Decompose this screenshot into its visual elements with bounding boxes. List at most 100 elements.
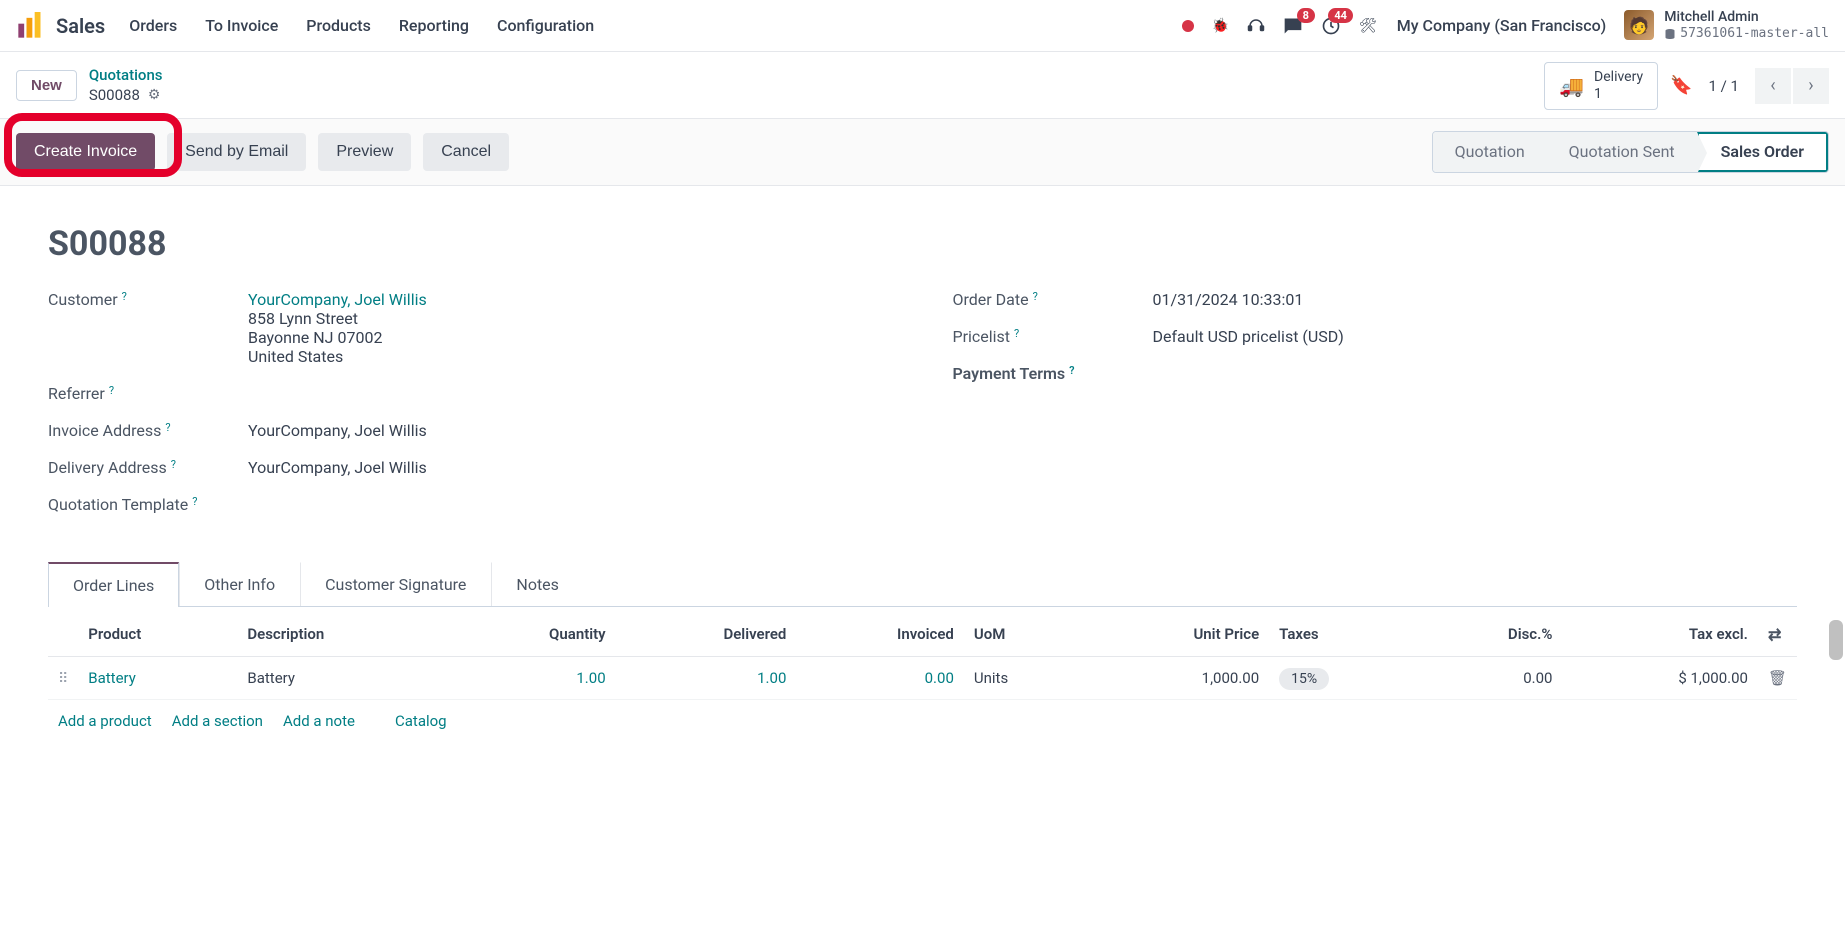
activities-badge: 44	[1328, 8, 1353, 23]
field-pricelist[interactable]: Default USD pricelist (USD)	[1153, 327, 1344, 346]
tab-notes[interactable]: Notes	[491, 562, 584, 606]
form-body: S00088 Customer? YourCompany, Joel Willi…	[0, 186, 1845, 762]
help-icon[interactable]: ?	[192, 495, 197, 508]
label-order-date: Order Date?	[953, 290, 1153, 309]
new-button[interactable]: New	[16, 70, 77, 101]
th-unit-price[interactable]: Unit Price	[1082, 613, 1269, 657]
activities-icon[interactable]: 44	[1321, 16, 1341, 36]
label-pricelist: Pricelist?	[953, 327, 1153, 346]
preview-button[interactable]: Preview	[318, 133, 411, 171]
label-referrer: Referrer?	[48, 384, 248, 403]
status-quotation[interactable]: Quotation	[1433, 132, 1547, 172]
support-icon[interactable]	[1247, 17, 1265, 35]
create-invoice-button[interactable]: Create Invoice	[16, 133, 155, 171]
th-disc[interactable]: Disc.%	[1422, 613, 1563, 657]
send-email-button[interactable]: Send by Email	[167, 133, 306, 171]
nav-orders[interactable]: Orders	[129, 16, 177, 35]
cell-uom[interactable]: Units	[964, 656, 1082, 699]
status-sales-order[interactable]: Sales Order	[1697, 132, 1828, 172]
add-section-link[interactable]: Add a section	[172, 712, 263, 730]
table-row[interactable]: ⠿ Battery Battery 1.00 1.00 0.00 Units 1…	[48, 656, 1797, 699]
th-tax-excl[interactable]: Tax excl.	[1562, 613, 1758, 657]
add-note-link[interactable]: Add a note	[283, 712, 355, 730]
columns-options-icon[interactable]: ⇄	[1768, 625, 1781, 644]
cell-disc[interactable]: 0.00	[1422, 656, 1563, 699]
nav-configuration[interactable]: Configuration	[497, 16, 594, 35]
tabs: Order Lines Other Info Customer Signatur…	[48, 562, 1797, 607]
cell-invoiced[interactable]: 0.00	[925, 669, 954, 687]
label-quotation-template: Quotation Template?	[48, 495, 248, 514]
help-icon[interactable]: ?	[122, 290, 127, 303]
th-invoiced[interactable]: Invoiced	[796, 613, 964, 657]
th-uom[interactable]: UoM	[964, 613, 1082, 657]
field-delivery-address[interactable]: YourCompany, Joel Willis	[248, 458, 427, 477]
th-delivered[interactable]: Delivered	[616, 613, 797, 657]
pager-next-button[interactable]: ›	[1793, 68, 1829, 104]
debug-icon[interactable]: 🐞	[1212, 18, 1229, 34]
stat-label: Delivery	[1594, 69, 1643, 86]
nav-to-invoice[interactable]: To Invoice	[205, 16, 278, 35]
cell-quantity[interactable]: 1.00	[576, 669, 605, 687]
customer-link[interactable]: YourCompany, Joel Willis	[248, 290, 427, 309]
status-quotation-sent[interactable]: Quotation Sent	[1547, 132, 1697, 172]
help-icon[interactable]: ?	[109, 384, 114, 397]
add-product-link[interactable]: Add a product	[58, 712, 152, 730]
breadcrumb-parent[interactable]: Quotations	[89, 66, 163, 86]
user-database: 57361061-master-all	[1664, 26, 1829, 42]
stat-count: 1	[1594, 86, 1643, 103]
cell-product[interactable]: Battery	[88, 669, 136, 687]
cancel-button[interactable]: Cancel	[423, 133, 509, 171]
nav-reporting[interactable]: Reporting	[399, 16, 469, 35]
cell-tax-excl[interactable]: $ 1,000.00	[1562, 656, 1758, 699]
help-icon[interactable]: ?	[1033, 290, 1038, 303]
tab-order-lines[interactable]: Order Lines	[48, 562, 179, 607]
tab-other-info[interactable]: Other Info	[179, 562, 300, 606]
cell-unit-price[interactable]: 1,000.00	[1082, 656, 1269, 699]
table-header-row: Product Description Quantity Delivered I…	[48, 613, 1797, 657]
label-customer: Customer?	[48, 290, 248, 366]
help-icon[interactable]: ?	[1069, 364, 1074, 377]
tools-icon[interactable]: 🛠	[1359, 18, 1377, 34]
app-brand[interactable]: Sales	[56, 14, 105, 38]
label-payment-terms: Payment Terms?	[953, 364, 1153, 383]
record-title: S00088	[48, 224, 1797, 264]
gear-icon[interactable]: ⚙	[148, 86, 161, 104]
pager-prev-button[interactable]: ‹	[1755, 68, 1791, 104]
bookmark-icon[interactable]: 🔖	[1670, 75, 1692, 96]
cell-description[interactable]: Battery	[237, 656, 448, 699]
app-logo-icon[interactable]	[16, 12, 44, 40]
nav-menu: Orders To Invoice Products Reporting Con…	[129, 16, 594, 35]
th-quantity[interactable]: Quantity	[449, 613, 616, 657]
drag-handle-icon[interactable]: ⠿	[58, 671, 68, 687]
help-icon[interactable]: ?	[1014, 327, 1019, 340]
th-product[interactable]: Product	[78, 613, 237, 657]
systray-icons: 🐞 8 44 🛠	[1182, 16, 1377, 36]
messages-icon[interactable]: 8	[1283, 16, 1303, 36]
delete-row-icon[interactable]: 🗑	[1768, 669, 1787, 687]
user-menu[interactable]: 🧑 Mitchell Admin 57361061-master-all	[1624, 9, 1829, 41]
field-customer[interactable]: YourCompany, Joel Willis 858 Lynn Street…	[248, 290, 427, 366]
th-taxes[interactable]: Taxes	[1269, 613, 1422, 657]
scrollbar-thumb[interactable]	[1829, 620, 1843, 660]
tab-customer-signature[interactable]: Customer Signature	[300, 562, 491, 606]
help-icon[interactable]: ?	[165, 421, 170, 434]
record-indicator-icon[interactable]	[1182, 20, 1194, 32]
avatar-icon: 🧑	[1624, 10, 1654, 40]
nav-products[interactable]: Products	[306, 16, 371, 35]
action-bar: Create Invoice Send by Email Preview Can…	[0, 119, 1845, 185]
breadcrumb-current: S00088 ⚙	[89, 86, 163, 106]
field-invoice-address[interactable]: YourCompany, Joel Willis	[248, 421, 427, 440]
label-delivery-address: Delivery Address?	[48, 458, 248, 477]
order-lines-table: Product Description Quantity Delivered I…	[48, 613, 1797, 742]
cell-delivered[interactable]: 1.00	[757, 669, 786, 687]
cell-taxes[interactable]: 15%	[1279, 668, 1329, 690]
breadcrumbs: Quotations S00088 ⚙	[89, 66, 163, 105]
field-order-date[interactable]: 01/31/2024 10:33:01	[1153, 290, 1304, 309]
catalog-link[interactable]: Catalog	[395, 712, 447, 730]
top-nav: Sales Orders To Invoice Products Reporti…	[0, 0, 1845, 52]
help-icon[interactable]: ?	[171, 458, 176, 471]
delivery-stat-button[interactable]: 🚚 Delivery 1	[1544, 62, 1658, 110]
company-switcher[interactable]: My Company (San Francisco)	[1397, 16, 1607, 35]
th-description[interactable]: Description	[237, 613, 448, 657]
pager-text: 1 / 1	[1709, 77, 1740, 95]
